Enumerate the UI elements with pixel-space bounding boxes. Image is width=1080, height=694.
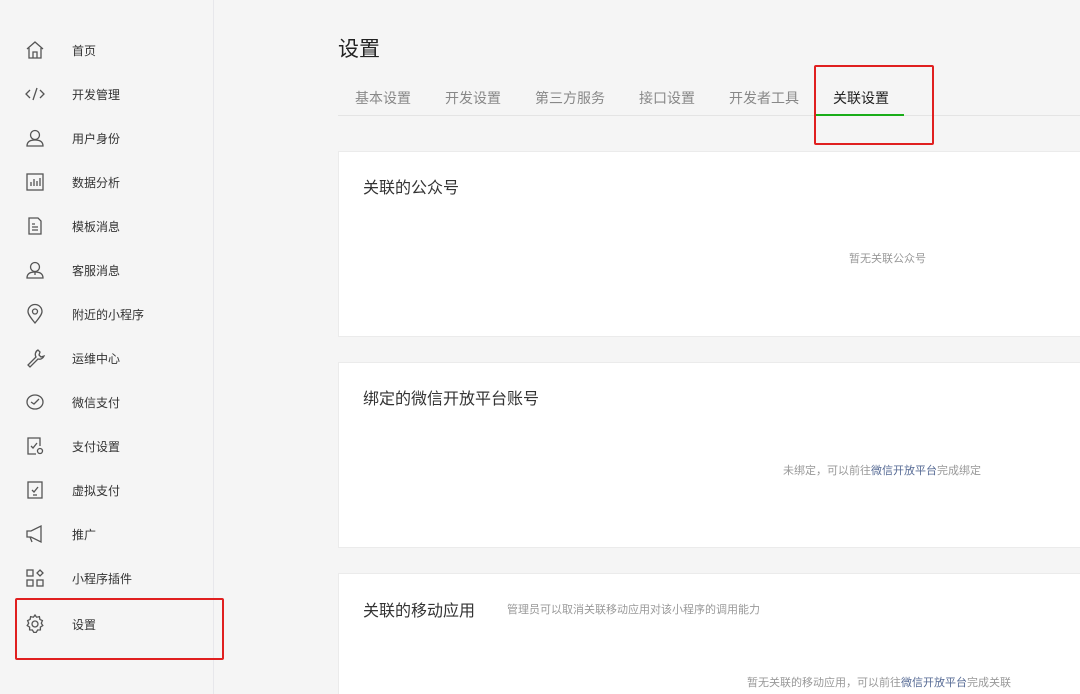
tab-basic-settings[interactable]: 基本设置	[355, 88, 411, 108]
official-account-card: 关联的公众号 暂无关联公众号	[338, 151, 1080, 337]
open-platform-card: 绑定的微信开放平台账号 未绑定，可以前往微信开放平台完成绑定	[338, 362, 1080, 548]
customer-service-icon	[24, 259, 46, 281]
card-title: 关联的公众号	[363, 178, 460, 197]
sidebar-item-plugins[interactable]: 小程序插件	[0, 556, 214, 600]
user-icon	[24, 127, 46, 149]
tab-developer-tools[interactable]: 开发者工具	[729, 88, 799, 108]
bar-chart-icon	[24, 171, 46, 193]
sidebar-item-label: 运维中心	[72, 351, 121, 366]
empty-suffix: 完成关联	[967, 676, 1011, 689]
tab-highlight-box	[814, 65, 934, 145]
empty-suffix: 完成绑定	[937, 464, 981, 477]
tab-third-party-services[interactable]: 第三方服务	[535, 88, 605, 108]
sidebar-item-home[interactable]: 首页	[0, 28, 214, 72]
sidebar-item-label: 用户身份	[72, 131, 121, 146]
sidebar-item-label: 小程序插件	[72, 571, 133, 586]
sidebar-item-nearby-miniprogram[interactable]: 附近的小程序	[0, 292, 214, 336]
sidebar-item-wechat-pay[interactable]: 微信支付	[0, 380, 214, 424]
sidebar-item-label: 客服消息	[72, 263, 121, 278]
wechat-pay-icon	[24, 391, 46, 413]
payment-settings-icon	[24, 435, 46, 457]
empty-prefix: 未绑定，可以前往	[783, 464, 871, 477]
sidebar-item-label: 数据分析	[72, 175, 121, 190]
empty-state-text: 未绑定，可以前往微信开放平台完成绑定	[783, 462, 981, 478]
sidebar-item-promotion[interactable]: 推广	[0, 512, 214, 556]
card-subtitle: 管理员可以取消关联移动应用对该小程序的调用能力	[507, 603, 760, 616]
plugin-icon	[24, 567, 46, 589]
virtual-pay-icon	[24, 479, 46, 501]
location-pin-icon	[24, 303, 46, 325]
card-title: 关联的移动应用	[363, 601, 476, 620]
sidebar-item-label: 首页	[72, 43, 97, 58]
code-icon	[24, 83, 46, 105]
tab-bar: 基本设置 开发设置 第三方服务 接口设置 开发者工具 关联设置	[338, 80, 1080, 116]
sidebar-item-label: 推广	[72, 527, 97, 542]
empty-state-text: 暂无关联公众号	[849, 252, 926, 265]
mobile-app-card: 关联的移动应用 管理员可以取消关联移动应用对该小程序的调用能力 暂无关联的移动应…	[338, 573, 1080, 694]
open-platform-link[interactable]: 微信开放平台	[901, 676, 967, 689]
open-platform-link[interactable]: 微信开放平台	[871, 464, 937, 477]
wrench-icon	[24, 347, 46, 369]
settings-highlight-box	[15, 598, 224, 660]
sidebar-item-virtual-pay[interactable]: 虚拟支付	[0, 468, 214, 512]
sidebar-item-dev-management[interactable]: 开发管理	[0, 72, 214, 116]
page-title: 设置	[338, 37, 380, 61]
tab-api-settings[interactable]: 接口设置	[639, 88, 695, 108]
sidebar-item-label: 支付设置	[72, 439, 121, 454]
sidebar-item-data-analysis[interactable]: 数据分析	[0, 160, 214, 204]
sidebar: 首页 开发管理 用户身份 数据分析 模板消息 客服消息 附近的小程序 运维中心 …	[0, 0, 224, 694]
main-content: 设置 基本设置 开发设置 第三方服务 接口设置 开发者工具 关联设置 关联的公众…	[214, 0, 1080, 694]
sidebar-item-template-message[interactable]: 模板消息	[0, 204, 214, 248]
empty-prefix: 暂无关联的移动应用，可以前往	[747, 676, 901, 689]
home-icon	[24, 39, 46, 61]
sidebar-item-payment-settings[interactable]: 支付设置	[0, 424, 214, 468]
card-title: 绑定的微信开放平台账号	[363, 389, 540, 408]
sidebar-item-label: 开发管理	[72, 87, 121, 102]
megaphone-icon	[24, 523, 46, 545]
sidebar-item-label: 微信支付	[72, 395, 121, 410]
document-icon	[24, 215, 46, 237]
sidebar-item-user-identity[interactable]: 用户身份	[0, 116, 214, 160]
sidebar-item-operations-center[interactable]: 运维中心	[0, 336, 214, 380]
empty-state-text: 暂无关联的移动应用，可以前往微信开放平台完成关联	[747, 674, 1011, 690]
tab-dev-settings[interactable]: 开发设置	[445, 88, 501, 108]
sidebar-item-label: 虚拟支付	[72, 483, 121, 498]
sidebar-item-customer-service[interactable]: 客服消息	[0, 248, 214, 292]
sidebar-item-label: 附近的小程序	[72, 307, 145, 322]
sidebar-item-label: 模板消息	[72, 219, 121, 234]
